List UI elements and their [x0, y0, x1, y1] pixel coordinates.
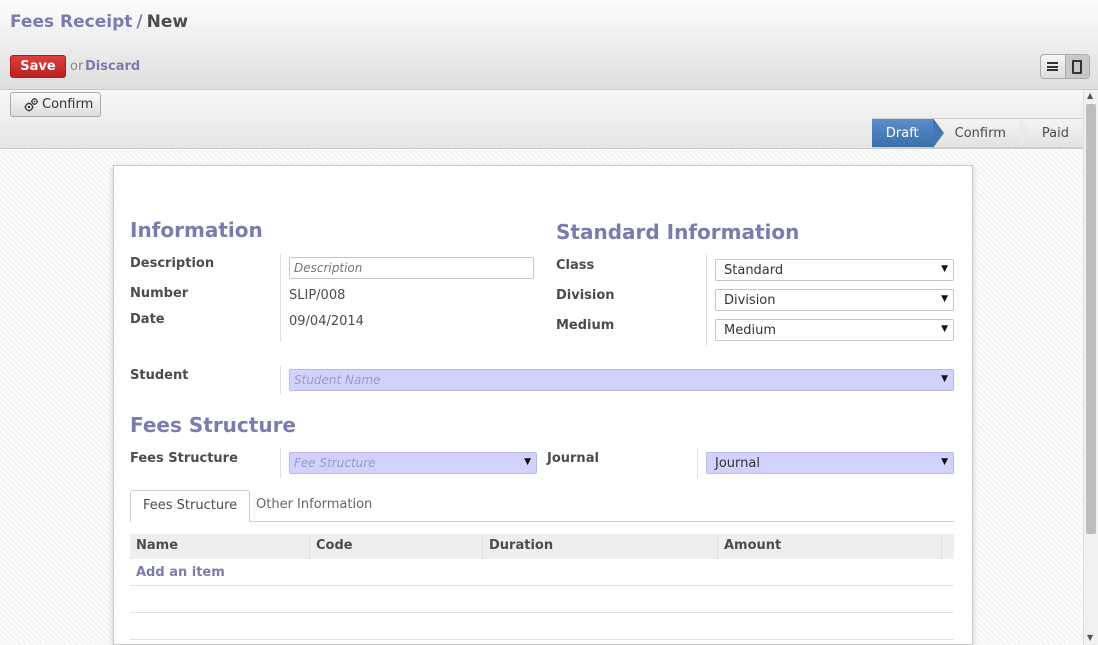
scroll-down-icon[interactable]: ▼	[1087, 633, 1093, 642]
chevron-down-icon: ▼	[941, 294, 948, 304]
class-select-value: Standard	[724, 263, 784, 278]
field-divider	[280, 254, 281, 342]
list-view-icon	[1047, 62, 1059, 71]
fees-structure-title: Fees Structure	[130, 413, 296, 437]
add-item-link[interactable]: Add an item	[130, 559, 954, 580]
medium-label: Medium	[556, 318, 615, 333]
class-select[interactable]: Standard ▼	[715, 259, 954, 281]
breadcrumb: Fees Receipt / New	[10, 12, 188, 32]
form-view-button[interactable]	[1064, 55, 1089, 78]
breadcrumb-separator: /	[136, 12, 143, 32]
table-header: Name Code Duration Amount	[130, 534, 954, 559]
chevron-down-icon: ▼	[524, 457, 531, 467]
status-header: Confirm Draft Confirm Paid	[0, 90, 1083, 149]
field-divider	[697, 448, 698, 478]
column-header-name[interactable]: Name	[130, 534, 310, 559]
table-row	[130, 613, 954, 640]
discard-link[interactable]: Discard	[85, 59, 140, 74]
breadcrumb-parent-link[interactable]: Fees Receipt	[10, 12, 132, 32]
journal-label: Journal	[547, 451, 599, 466]
column-header-code[interactable]: Code	[310, 534, 483, 559]
column-header-actions	[942, 534, 954, 559]
class-label: Class	[556, 258, 595, 273]
table-row: Add an item	[130, 559, 954, 586]
status-step-confirm: Confirm	[932, 118, 1032, 148]
tab-fees-structure[interactable]: Fees Structure	[130, 490, 251, 522]
view-switcher	[1040, 54, 1090, 79]
student-label: Student	[130, 368, 189, 383]
fees-lines-table: Name Code Duration Amount Add an item	[130, 534, 954, 640]
form-view-icon	[1072, 59, 1083, 74]
save-button[interactable]: Save	[10, 55, 66, 78]
scrollbar-thumb[interactable]	[1086, 104, 1096, 534]
division-label: Division	[556, 288, 615, 303]
or-text: or	[70, 59, 84, 74]
division-select-value: Division	[724, 293, 776, 308]
tab-other-information[interactable]: Other Information	[244, 490, 384, 522]
chevron-down-icon: ▼	[941, 324, 948, 334]
column-header-amount[interactable]: Amount	[718, 534, 942, 559]
scroll-up-icon[interactable]: ▲	[1087, 91, 1093, 100]
chevron-down-icon: ▼	[941, 264, 948, 274]
fee-structure-select[interactable]: Fee Structure ▼	[289, 452, 537, 474]
confirm-button-label: Confirm	[42, 97, 94, 112]
table-row	[130, 586, 954, 613]
date-label: Date	[130, 312, 165, 327]
fees-structure-label: Fees Structure	[130, 451, 238, 466]
fee-structure-placeholder: Fee Structure	[294, 456, 376, 470]
chevron-down-icon: ▼	[941, 457, 948, 467]
status-step-draft: Draft	[871, 118, 944, 148]
field-divider	[280, 448, 281, 478]
gears-icon	[24, 97, 38, 111]
standard-information-title: Standard Information	[556, 220, 800, 244]
notebook-tabs: Fees Structure Other Information	[130, 490, 954, 522]
field-divider	[706, 254, 707, 346]
number-value: SLIP/008	[289, 288, 346, 303]
confirm-button[interactable]: Confirm	[10, 92, 101, 117]
information-title: Information	[130, 218, 263, 242]
breadcrumb-current: New	[146, 12, 189, 32]
control-panel: Fees Receipt / New Save or Discard	[0, 0, 1098, 90]
date-value: 09/04/2014	[289, 314, 364, 329]
status-steps: Draft Confirm Paid	[871, 118, 1083, 148]
scrollbar[interactable]: ▲ ▼	[1083, 90, 1098, 645]
student-select-placeholder: Student Name	[294, 373, 381, 387]
student-select[interactable]: Student Name ▼	[289, 369, 954, 391]
number-label: Number	[130, 286, 189, 301]
description-input[interactable]	[289, 257, 534, 279]
field-divider	[280, 366, 281, 394]
division-select[interactable]: Division ▼	[715, 289, 954, 311]
chevron-down-icon: ▼	[941, 374, 948, 384]
list-view-button[interactable]	[1041, 55, 1065, 78]
medium-select[interactable]: Medium ▼	[715, 319, 954, 341]
journal-select[interactable]: Journal ▼	[706, 452, 954, 474]
medium-select-value: Medium	[724, 323, 776, 338]
description-label: Description	[130, 256, 215, 271]
journal-select-value: Journal	[715, 456, 760, 471]
column-header-duration[interactable]: Duration	[483, 534, 718, 559]
